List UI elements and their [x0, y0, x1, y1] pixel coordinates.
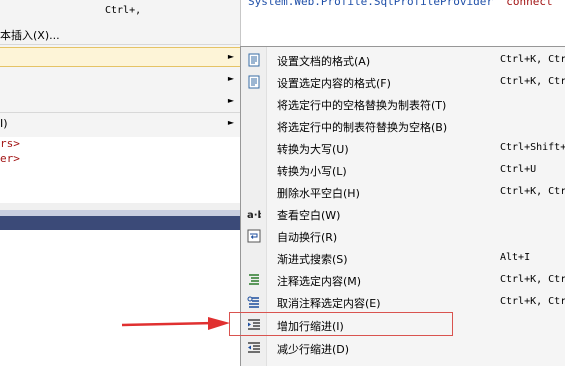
view-whitespace-icon: a·b: [247, 210, 261, 221]
submenu-item-delete-whitespace[interactable]: 删除水平空白(H) Ctrl+K, Ctr: [241, 181, 565, 203]
menu-item-shortcut: Ctrl+,: [105, 5, 142, 16]
word-wrap-icon: [247, 229, 261, 243]
submenu-item-shortcut: Ctrl+K, Ctr: [500, 274, 565, 285]
submenu-item-shortcut: Ctrl+Shift+: [500, 142, 565, 153]
submenu-item-shortcut: Ctrl+K, Ctr: [500, 186, 565, 197]
submenu-item-label: 将选定行中的制表符替换为空格(B): [277, 121, 448, 134]
menu-separator: [0, 44, 240, 45]
menu-item-advanced[interactable]: ►: [0, 47, 240, 67]
submenu-item-format-selection[interactable]: 设置选定内容的格式(F) Ctrl+K, Ctr: [241, 71, 565, 93]
submenu-item-shortcut: Ctrl+K, Ctr: [500, 296, 565, 307]
submenu-item-shortcut: Ctrl+U: [500, 164, 537, 175]
submenu-arrow-icon: ►: [227, 96, 234, 105]
format-document-icon: [248, 53, 260, 67]
submenu-item-comment[interactable]: 注释选定内容(M) Ctrl+K, Ctr: [241, 269, 565, 291]
submenu-item-view-whitespace[interactable]: a·b 查看空白(W): [241, 203, 565, 225]
submenu-item-word-wrap[interactable]: 自动换行(R): [241, 225, 565, 247]
code-line: rs>: [0, 137, 20, 150]
menu-item-label: I): [0, 117, 8, 130]
submenu-item-label: 将选定行中的空格替换为制表符(T): [277, 99, 447, 112]
submenu-arrow-icon: ►: [227, 52, 234, 61]
submenu-item-shortcut: Alt+I: [500, 252, 531, 263]
menu-item-insert[interactable]: 本插入(X)...: [0, 24, 240, 44]
submenu-item-label: 自动换行(R): [277, 231, 338, 244]
submenu-item-label: 取消注释选定内容(E): [277, 297, 381, 310]
submenu-item-format-document[interactable]: 设置文档的格式(A) Ctrl+K, Ctr: [241, 49, 565, 71]
decrease-indent-icon: [248, 342, 260, 353]
code-line-top: System.Web.Profile.SqlProfileProvider "c…: [248, 0, 553, 8]
uncomment-icon: [247, 296, 259, 308]
submenu-item-label: 减少行缩进(D): [277, 343, 350, 356]
code-editor-left: rs> er>: [0, 137, 240, 203]
menu-item-label: 本插入(X)...: [0, 29, 60, 42]
svg-text:a·b: a·b: [247, 210, 261, 221]
submenu-item-label: 转换为小写(L): [277, 165, 347, 178]
format-selection-icon: [248, 75, 260, 89]
submenu-item-spaces-to-tabs[interactable]: 将选定行中的空格替换为制表符(T): [241, 93, 565, 115]
code-line: er>: [0, 152, 20, 165]
submenu-item-shortcut: Ctrl+K, Ctr: [500, 54, 565, 65]
code-text: System.Web.Profile.SqlProfileProvider: [248, 0, 494, 8]
submenu-item-tabs-to-spaces[interactable]: 将选定行中的制表符替换为空格(B): [241, 115, 565, 137]
submenu-item-label: 转换为大写(U): [277, 143, 349, 156]
panel-title-bar: [0, 216, 240, 230]
output-panel: [0, 230, 240, 366]
menu-item-submenu-2[interactable]: ►: [0, 92, 240, 112]
menu-item-submenu-1[interactable]: ►: [0, 70, 240, 90]
submenu-item-label: 注释选定内容(M): [277, 275, 362, 288]
submenu-item-uncomment[interactable]: 取消注释选定内容(E) Ctrl+K, Ctr: [241, 291, 565, 313]
menu-separator: [0, 112, 240, 113]
submenu-item-decrease-indent[interactable]: 减少行缩进(D): [241, 337, 565, 359]
submenu-arrow-icon: ►: [227, 74, 234, 83]
code-string: "connect: [499, 0, 553, 8]
comment-icon: [249, 274, 259, 285]
submenu-arrow-icon: ►: [227, 118, 234, 127]
submenu-item-label: 查看空白(W): [277, 209, 341, 222]
submenu-item-shortcut: Ctrl+K, Ctr: [500, 76, 565, 87]
code-editor-top: System.Web.Profile.SqlProfileProvider "c…: [240, 0, 565, 46]
annotation-arrow-icon: [121, 317, 230, 330]
highlight-box: [229, 312, 453, 336]
edit-menu: Ctrl+, 本插入(X)... ► ► ► I) ►: [0, 0, 241, 137]
submenu-item-label: 渐进式搜索(S): [277, 253, 348, 266]
submenu-item-incremental-search[interactable]: 渐进式搜索(S) Alt+I: [241, 247, 565, 269]
submenu-item-lowercase[interactable]: 转换为小写(L) Ctrl+U: [241, 159, 565, 181]
submenu-item-label: 设置文档的格式(A): [277, 55, 371, 68]
submenu-item-label: 设置选定内容的格式(F): [277, 77, 391, 90]
menu-item-i[interactable]: I) ►: [0, 114, 240, 134]
menu-item-shortcut-row[interactable]: Ctrl+,: [0, 2, 240, 22]
submenu-item-uppercase[interactable]: 转换为大写(U) Ctrl+Shift+: [241, 137, 565, 159]
submenu-item-label: 删除水平空白(H): [277, 187, 360, 200]
